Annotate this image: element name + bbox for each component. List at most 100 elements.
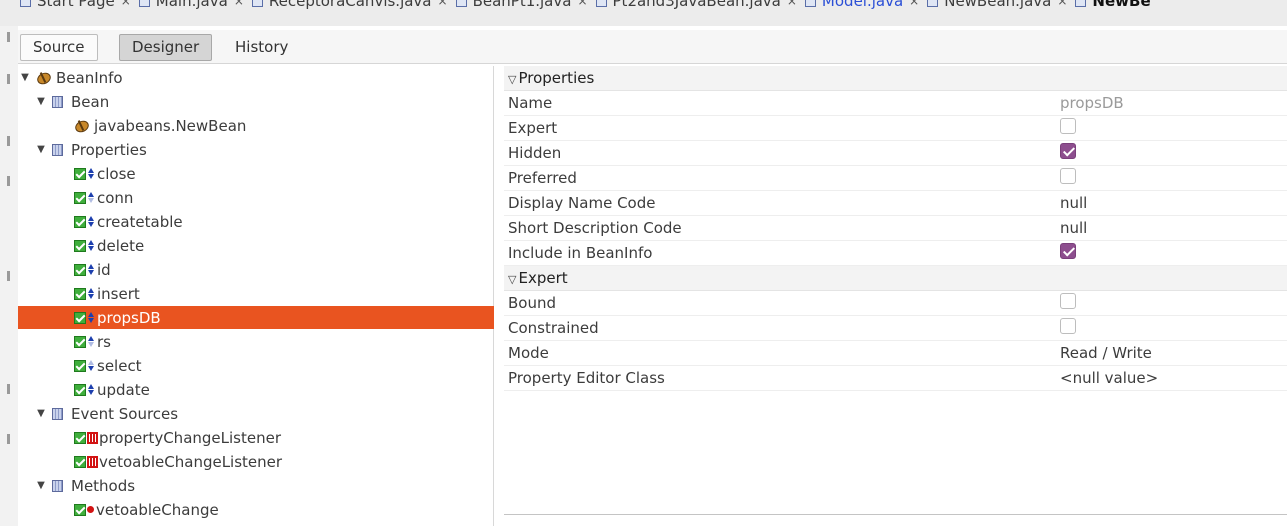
property-checkbox[interactable] [1060,168,1076,184]
tree-node-bean[interactable]: ▼ Bean [18,90,494,113]
tree-node-property[interactable]: insert [18,282,494,305]
expand-arrow-icon[interactable]: ▼ [36,480,46,491]
read-write-icon [87,215,95,229]
sheet-property-value[interactable]: Read / Write [1056,344,1287,362]
editor-tab[interactable]: BeanPt1.java × [455,0,588,10]
tree-node-label: Methods [71,476,136,495]
editor-tab-label: Main.java [155,0,228,10]
collapse-arrow-icon[interactable]: ▽ [508,73,516,86]
tree-node-property[interactable]: select [18,354,494,377]
sheet-property-name: Constrained [508,319,599,337]
event-sources-group-icon [52,407,63,420]
gutter-mark [7,384,10,394]
tree-node-methods[interactable]: ▼ Methods [18,474,494,497]
editor-tab[interactable]: Start Page × [20,0,131,10]
included-check-icon [74,503,86,516]
sheet-property-name: Mode [508,344,549,362]
collapse-arrow-icon[interactable]: ▽ [508,273,516,286]
bean-icon [74,119,90,133]
included-check-icon [74,311,86,324]
java-file-icon [595,0,607,7]
tree-node-properties[interactable]: ▼ Properties [18,138,494,161]
editor-tab-label: NewBe [1092,0,1151,10]
sheet-value-cell [1056,243,1287,263]
property-checkbox[interactable] [1060,293,1076,309]
sheet-property-value[interactable]: null [1056,219,1287,237]
expand-arrow-icon[interactable]: ▼ [36,144,46,155]
property-sheet-border [504,514,1287,515]
tree-node-label: createtable [97,212,183,231]
tree-node-label: propsDB [97,308,161,327]
editor-tab[interactable]: NewBe [1075,0,1151,10]
close-tab-icon[interactable]: × [909,0,919,8]
sheet-property-name: Expert [508,119,558,137]
editor-tab[interactable]: Model.java × [804,0,919,10]
close-tab-icon[interactable]: × [577,0,587,8]
java-file-icon [251,0,263,7]
editor-tab-label: Pt2and3JavaBean.java [612,0,781,10]
editor-tab[interactable]: Main.java × [138,0,244,10]
close-tab-icon[interactable]: × [787,0,797,8]
tree-node-label: Properties [71,140,147,159]
tree-node-property[interactable]: propsDB [18,306,494,329]
included-check-icon [74,359,86,372]
close-tab-icon[interactable]: × [234,0,244,8]
sheet-property-name: Name [508,94,553,112]
tree-node-property[interactable]: delete [18,234,494,257]
event-source-icon [87,431,98,444]
included-check-icon [74,335,86,348]
tree-node-property[interactable]: conn [18,186,494,209]
java-file-icon [1075,0,1087,7]
expand-arrow-icon[interactable]: ▼ [20,72,30,83]
sheet-property-value[interactable]: <null value> [1056,369,1287,387]
sheet-category-expert[interactable]: ▽ Expert [504,266,1287,291]
tree-node-label: insert [97,284,140,303]
sheet-value-cell [1056,118,1287,138]
tree-node-event-sources[interactable]: ▼ Event Sources [18,402,494,425]
tree-node-label: id [97,260,111,279]
sheet-category-properties[interactable]: ▽ Properties [504,66,1287,91]
close-tab-icon[interactable]: × [121,0,131,8]
included-check-icon [74,167,86,180]
sheet-row: Property Editor Class <null value> [504,366,1287,391]
property-checkbox[interactable] [1060,118,1076,134]
read-write-icon [87,383,95,397]
editor-tab[interactable]: ReceptoraCanvis.java × [251,0,448,10]
tree-node-event[interactable]: propertyChangeListener [18,426,494,449]
close-tab-icon[interactable]: × [1057,0,1067,8]
gutter-mark [7,74,10,84]
editor-tab-label: Model.java [821,0,904,10]
tree-node-bean-class[interactable]: javabeans.NewBean [18,114,494,137]
history-tab[interactable]: History [222,34,301,61]
tree-node-method[interactable]: vetoableChange [18,498,494,521]
sheet-property-value[interactable]: null [1056,194,1287,212]
editor-tab[interactable]: NewBean.java × [927,0,1067,10]
tree-node-label: conn [97,188,134,207]
editor-tab[interactable]: Pt2and3JavaBean.java × [595,0,797,10]
tree-node-property[interactable]: createtable [18,210,494,233]
tree-node-property[interactable]: rs [18,330,494,353]
tree-node-property[interactable]: close [18,162,494,185]
tree-node-label: BeanInfo [56,68,123,87]
included-check-icon [74,239,86,252]
property-checkbox[interactable] [1060,318,1076,334]
beaninfo-tree: ▼ BeanInfo ▼ Bean javabeans.NewBean ▼ Pr… [18,66,494,526]
java-file-icon [804,0,816,7]
included-check-icon [74,287,86,300]
tree-node-event[interactable]: vetoableChangeListener [18,450,494,473]
write-only-icon [87,359,95,373]
property-checkbox[interactable] [1060,243,1076,259]
close-tab-icon[interactable]: × [438,0,448,8]
property-checkbox[interactable] [1060,143,1076,159]
designer-tab[interactable]: Designer [119,34,213,61]
source-tab[interactable]: Source [20,34,98,61]
tree-node-property[interactable]: id [18,258,494,281]
properties-group-icon [52,143,63,156]
sheet-property-value[interactable]: propsDB [1056,94,1287,112]
tree-node-beaninfo[interactable]: ▼ BeanInfo [18,66,494,89]
read-write-icon [87,167,95,181]
expand-arrow-icon[interactable]: ▼ [36,408,46,419]
tree-node-property[interactable]: update [18,378,494,401]
bean-group-icon [52,95,63,108]
expand-arrow-icon[interactable]: ▼ [36,96,46,107]
